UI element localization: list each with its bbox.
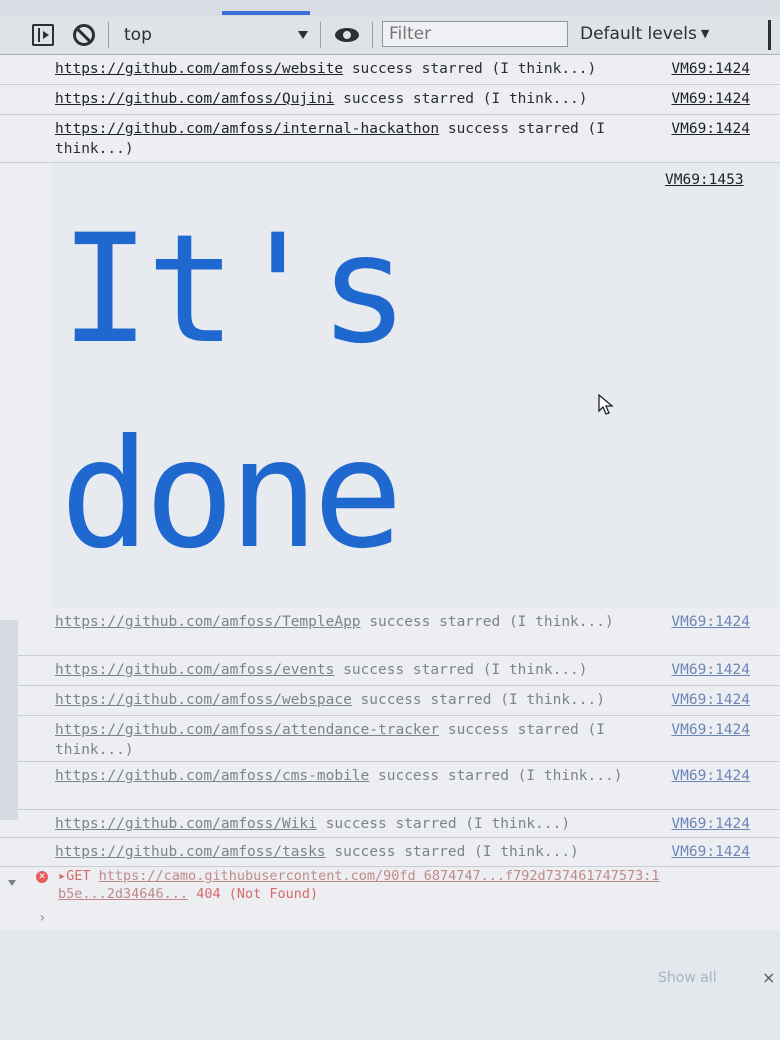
console-toolbar: top Default levels▼ [0, 16, 780, 55]
styled-log-line-2: done [60, 408, 403, 582]
message-text: success starred (I think...) [351, 692, 605, 708]
source-link[interactable]: VM69:1453 [665, 172, 744, 188]
source-link[interactable]: VM69:1424 [671, 612, 750, 632]
source-link[interactable]: VM69:1424 [671, 89, 750, 109]
source-link[interactable]: VM69:1424 [671, 720, 750, 740]
chevron-down-icon [298, 31, 308, 39]
error-status: 404 (Not Found) [196, 886, 319, 902]
request-method[interactable]: ▸GET [58, 868, 91, 884]
error-icon: ✕ [36, 871, 48, 883]
repo-link[interactable]: https://github.com/amfoss/internal-hacka… [55, 121, 439, 137]
console-prompt-icon[interactable]: › [38, 910, 46, 926]
message-text: success starred (I think...) [343, 61, 597, 77]
message-text: success starred (I think...) [334, 662, 588, 678]
log-message: https://github.com/amfoss/TempleApp succ… [0, 608, 780, 656]
source-link[interactable]: VM69:1424 [671, 59, 750, 79]
tab-strip [0, 0, 780, 17]
message-text: success starred (I think...) [360, 614, 614, 630]
message-text: success starred (I think...) [369, 768, 623, 784]
repo-link[interactable]: https://github.com/amfoss/TempleApp [55, 614, 361, 630]
source-link[interactable]: VM69:1424 [671, 766, 750, 786]
source-link[interactable]: VM69:1424 [671, 690, 750, 710]
message-text: success starred (I think...) [325, 844, 579, 860]
repo-link[interactable]: https://github.com/amfoss/website [55, 61, 343, 77]
source-link[interactable]: VM69:1424 [671, 814, 750, 834]
error-url-link[interactable]: https://camo.githubusercontent.com/90fd … [58, 868, 659, 902]
repo-link[interactable]: https://github.com/amfoss/events [55, 662, 334, 678]
repo-link[interactable]: https://github.com/amfoss/tasks [55, 844, 326, 860]
toolbar-edge [768, 20, 771, 50]
message-text: success starred (I think...) [316, 816, 571, 832]
toolbar-divider [320, 22, 321, 48]
toolbar-divider [108, 22, 109, 48]
log-message: https://github.com/amfoss/tasks success … [0, 838, 780, 867]
chevron-down-icon: ▼ [700, 27, 710, 40]
styled-log-line-1: It's [60, 203, 409, 377]
active-tab-indicator [222, 11, 310, 15]
repo-link[interactable]: https://github.com/amfoss/Wiki [55, 816, 317, 832]
context-label: top [124, 25, 152, 45]
context-selector[interactable]: top [118, 23, 314, 47]
log-message: https://github.com/amfoss/Wiki success s… [0, 810, 780, 838]
console-drawer-footer: Show all × [0, 930, 780, 1040]
show-all-link[interactable]: Show all [658, 970, 717, 986]
source-link[interactable]: VM69:1424 [671, 842, 750, 862]
repo-link[interactable]: https://github.com/amfoss/Qujini [55, 91, 334, 107]
log-message: https://github.com/amfoss/website succes… [0, 55, 780, 85]
clear-console-icon[interactable] [73, 24, 95, 46]
show-sidebar-icon[interactable] [32, 24, 54, 46]
log-message: https://github.com/amfoss/attendance-tra… [0, 716, 780, 762]
repo-link[interactable]: https://github.com/amfoss/attendance-tra… [55, 722, 439, 738]
chevron-down-icon [8, 880, 16, 886]
log-message: https://github.com/amfoss/Qujini success… [0, 85, 780, 115]
left-panel-edge [0, 620, 18, 820]
log-message: https://github.com/amfoss/webspace succe… [0, 686, 780, 716]
toolbar-divider [372, 22, 373, 48]
mouse-cursor-icon [598, 394, 614, 415]
message-text: success starred (I think...) [334, 91, 588, 107]
log-message: https://github.com/amfoss/cms-mobile suc… [0, 762, 780, 810]
error-message: ✕ ▸GET https://camo.githubusercontent.co… [0, 867, 780, 907]
log-levels-label: Default levels [580, 24, 697, 44]
log-levels-dropdown[interactable]: Default levels ▼ [580, 24, 709, 44]
live-expression-eye-icon[interactable] [335, 28, 359, 42]
source-link[interactable]: VM69:1424 [671, 660, 750, 680]
filter-input[interactable] [382, 21, 568, 47]
repo-link[interactable]: https://github.com/amfoss/webspace [55, 692, 352, 708]
repo-link[interactable]: https://github.com/amfoss/cms-mobile [55, 768, 369, 784]
log-message: https://github.com/amfoss/events success… [0, 656, 780, 686]
console-output: https://github.com/amfoss/website succes… [0, 55, 780, 1040]
log-message: https://github.com/amfoss/internal-hacka… [0, 115, 780, 163]
source-link[interactable]: VM69:1424 [671, 119, 750, 139]
close-icon[interactable]: × [762, 968, 775, 987]
